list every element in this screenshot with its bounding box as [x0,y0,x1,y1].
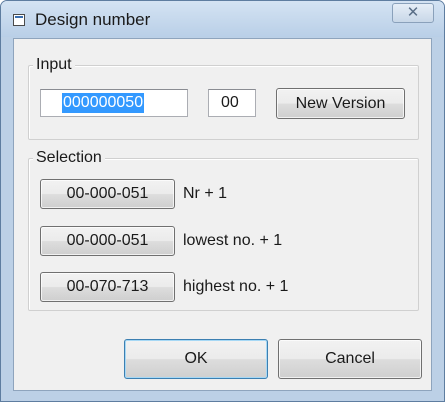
cancel-button[interactable]: Cancel [278,339,422,379]
input-group-label: Input [33,55,75,75]
close-icon: ✕ [406,4,420,21]
lowest-plus-one-button[interactable]: 00-000-051 [40,226,175,256]
input-groupbox: Input 000000050 00 New Version [28,55,419,140]
highest-plus-one-button[interactable]: 00-070-713 [40,272,175,302]
ok-button[interactable]: OK [124,339,268,379]
window-title: Design number [35,10,151,29]
version-value: 00 [221,94,239,111]
lowest-plus-one-label: lowest no. + 1 [183,232,283,249]
selection-groupbox: Selection 00-000-051 Nr + 1 00-000-051 l… [28,148,419,311]
dialog-window: Design number ✕ Input 000000050 00 New V… [0,0,445,402]
design-number-input[interactable]: 000000050 [40,89,188,117]
nr-plus-one-label: Nr + 1 [183,185,228,202]
selection-group-label: Selection [33,148,105,168]
new-version-button[interactable]: New Version [276,88,405,119]
title-bar[interactable]: Design number ✕ [1,1,444,37]
dialog-client-area: Input 000000050 00 New Version Selection… [13,38,432,391]
highest-plus-one-label: highest no. + 1 [183,278,289,295]
design-number-selected-text: 000000050 [62,93,145,113]
version-input[interactable]: 00 [208,89,256,117]
close-button[interactable]: ✕ [392,3,434,23]
window-app-icon [13,14,25,26]
nr-plus-one-button[interactable]: 00-000-051 [40,179,175,209]
